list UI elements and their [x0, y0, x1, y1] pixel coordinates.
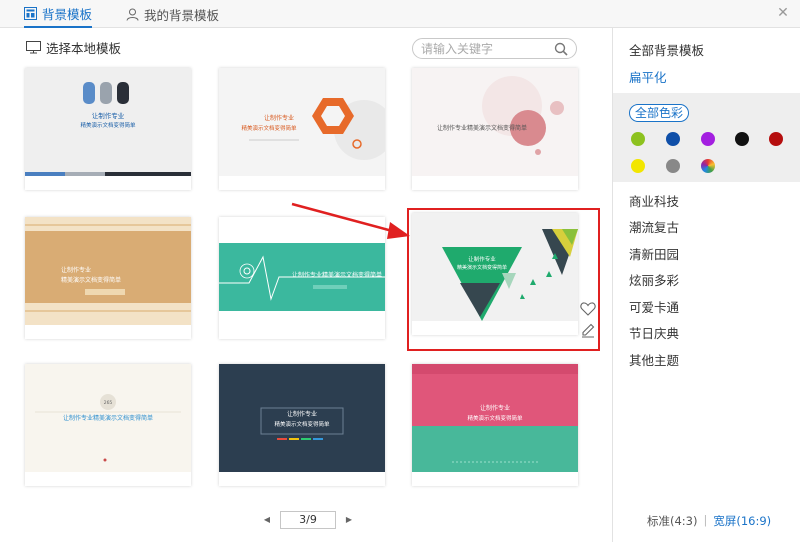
edit-icon[interactable]	[580, 322, 596, 338]
thumbnail-subtitle: 精美演示文档变得简单	[274, 420, 330, 428]
thumbnail-subtitle: 精美演示文档变得简单	[467, 414, 523, 422]
template-card[interactable]: 让制作专业 精美演示文档变得简单	[219, 68, 385, 190]
ratio-standard[interactable]: 标准(4:3)	[647, 513, 697, 529]
thumbnail-title: 让制作专业	[92, 111, 125, 120]
template-thumbnail: 让制作专业精美演示文档变得简单	[412, 68, 578, 176]
template-card[interactable]: 让制作专业 精美演示文档变得简单	[25, 217, 191, 339]
thumbnail-subtitle: 精美演示文档变得简单	[241, 124, 297, 132]
color-swatch-blue[interactable]	[666, 132, 680, 146]
template-thumbnail: 让制作专业 精美演示文档变得简单	[219, 364, 385, 472]
selection-highlight-frame	[407, 208, 600, 351]
thumbnail-title: 让制作专业	[264, 114, 294, 122]
template-card[interactable]: 让制作专业 精美演示文档变得简单	[25, 68, 191, 190]
filter-all-templates[interactable]: 全部背景模板	[629, 40, 704, 59]
color-filter-box: 全部色彩	[613, 93, 800, 182]
color-swatch-yellow[interactable]	[631, 159, 645, 173]
pagination: ◀ 3/9 ▶	[262, 511, 354, 529]
prev-page-icon[interactable]: ◀	[262, 515, 272, 525]
ratio-widescreen[interactable]: 宽屏(16:9)	[713, 513, 771, 529]
template-card[interactable]: 265 让制作专业精美演示文档变得简单	[25, 364, 191, 486]
aspect-ratio-switch: 标准(4:3) | 宽屏(16:9)	[647, 513, 771, 529]
monitor-icon	[26, 41, 41, 54]
heart-icon[interactable]	[580, 302, 596, 316]
select-local-template-button[interactable]: 选择本地模板	[26, 38, 121, 57]
local-button-label: 选择本地模板	[46, 41, 122, 56]
search-input[interactable]	[421, 41, 551, 57]
user-icon	[126, 8, 139, 21]
category-colorful[interactable]: 炫丽多彩	[629, 270, 679, 289]
all-colors-button[interactable]: 全部色彩	[629, 104, 690, 122]
close-icon[interactable]: ✕	[776, 6, 790, 20]
template-thumbnail: 265 让制作专业精美演示文档变得简单	[25, 364, 191, 472]
thumbnail-title: 让制作专业精美演示文档变得简单	[292, 271, 382, 279]
filter-flat-style[interactable]: 扁平化	[629, 67, 667, 86]
search-icon[interactable]	[554, 42, 568, 56]
thumbnail-subtitle: 精美演示文档变得简单	[80, 121, 136, 129]
category-pastoral[interactable]: 清新田园	[629, 244, 679, 263]
search-box[interactable]	[412, 38, 577, 59]
next-page-icon[interactable]: ▶	[344, 515, 354, 525]
thumbnail-title: 让制作专业	[61, 266, 91, 274]
page-indicator[interactable]: 3/9	[280, 511, 336, 529]
category-cartoon[interactable]: 可爱卡通	[629, 297, 679, 316]
tab-label: 我的背景模板	[144, 7, 220, 23]
template-thumbnail: 让制作专业 精美演示文档变得简单	[412, 364, 578, 472]
thumbnail-title: 让制作专业	[287, 410, 317, 418]
color-swatch-purple[interactable]	[701, 132, 715, 146]
template-thumbnail: 让制作专业 精美演示文档变得简单	[25, 68, 191, 176]
template-card[interactable]: 让制作专业 精美演示文档变得简单	[219, 364, 385, 486]
color-swatch-gray[interactable]	[666, 159, 680, 173]
tab-label: 背景模板	[42, 6, 93, 22]
category-business-tech[interactable]: 商业科技	[629, 191, 679, 210]
thumbnail-title: 让制作专业	[480, 404, 510, 412]
category-retro[interactable]: 潮流复古	[629, 217, 679, 236]
thumbnail-subtitle: 精美演示文档变得简单	[61, 276, 121, 284]
template-thumbnail: 让制作专业 精美演示文档变得简单	[25, 217, 191, 325]
color-swatch-darkred[interactable]	[769, 132, 783, 146]
template-card[interactable]: 让制作专业精美演示文档变得简单	[412, 68, 578, 190]
filter-panel: 全部背景模板 扁平化 全部色彩 商业科技 潮流复古 清新田园 炫丽多彩 可爱卡通…	[613, 28, 800, 542]
template-card[interactable]: 让制作专业 精美演示文档变得简单	[412, 364, 578, 486]
tab-my-templates[interactable]: 我的背景模板	[126, 0, 219, 28]
category-other[interactable]: 其他主题	[629, 350, 679, 369]
template-thumbnail: 让制作专业 精美演示文档变得简单	[219, 68, 385, 176]
tab-background-templates[interactable]: 背景模板	[24, 0, 93, 28]
color-swatch-green[interactable]	[631, 132, 645, 146]
top-tab-bar: 背景模板 我的背景模板 ✕	[0, 0, 800, 28]
ratio-separator: |	[703, 513, 708, 527]
thumbnail-title: 让制作专业精美演示文档变得简单	[63, 414, 153, 422]
color-swatch-multicolor[interactable]	[701, 159, 715, 173]
thumbnail-badge: 265	[104, 400, 113, 406]
pointer-arrow	[291, 202, 410, 239]
template-icon	[24, 6, 37, 20]
color-swatch-black[interactable]	[735, 132, 749, 146]
thumbnail-title: 让制作专业精美演示文档变得简单	[437, 124, 527, 132]
category-festival[interactable]: 节日庆典	[629, 323, 679, 342]
